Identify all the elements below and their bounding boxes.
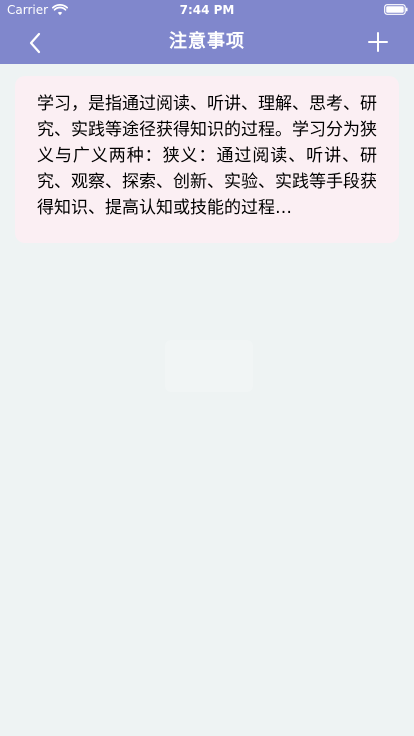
- page-title: 注意事项: [169, 31, 245, 52]
- back-button[interactable]: [20, 28, 50, 58]
- add-button[interactable]: [366, 30, 390, 54]
- screen: Carrier 7:44 PM 注意事项 学习，是指通过阅读、听讲、理解、思考、…: [0, 0, 414, 736]
- note-card[interactable]: 学习，是指通过阅读、听讲、理解、思考、研究、实践等途径获得知识的过程。学习分为狭…: [15, 76, 399, 243]
- top-bar: Carrier 7:44 PM 注意事项: [0, 0, 414, 64]
- status-bar: Carrier 7:44 PM: [0, 0, 414, 20]
- status-time: 7:44 PM: [179, 3, 235, 17]
- chevron-left-icon: [29, 32, 41, 54]
- note-text: 学习，是指通过阅读、听讲、理解、思考、研究、实践等途径获得知识的过程。学习分为狭…: [37, 94, 377, 218]
- plus-icon: [368, 32, 388, 52]
- battery-icon: [384, 4, 408, 15]
- navigation-bar: 注意事项: [0, 20, 414, 64]
- loading-indicator: [165, 340, 253, 392]
